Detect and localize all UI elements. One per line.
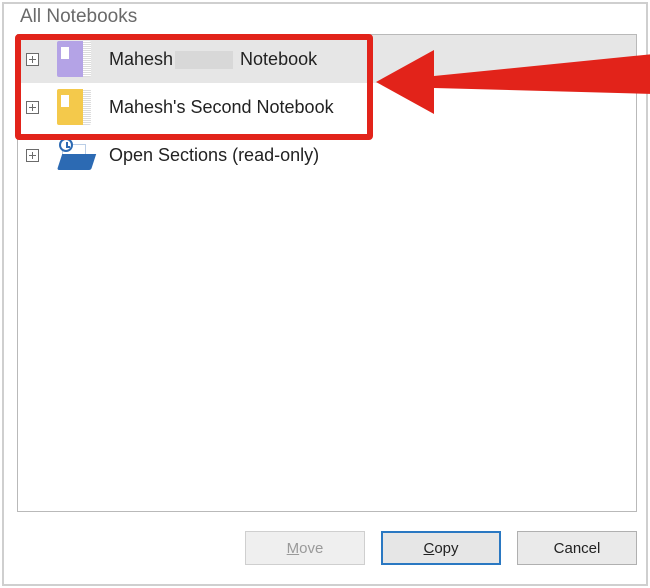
cancel-button[interactable]: Cancel bbox=[517, 531, 637, 565]
notebook-icon bbox=[57, 41, 91, 77]
notebook-icon bbox=[57, 89, 91, 125]
notebook-label: Mahesh Notebook bbox=[109, 49, 317, 70]
expand-icon[interactable] bbox=[26, 53, 39, 66]
open-sections-row[interactable]: Open Sections (read-only) bbox=[18, 131, 636, 179]
redacted-text bbox=[175, 51, 233, 69]
notebook-label: Mahesh's Second Notebook bbox=[109, 97, 334, 118]
move-button: Move bbox=[245, 531, 365, 565]
expand-icon[interactable] bbox=[26, 149, 39, 162]
notebook-row-2[interactable]: Mahesh's Second Notebook bbox=[18, 83, 636, 131]
tree-header: All Notebooks bbox=[20, 6, 137, 28]
notebooks-tree[interactable]: Mahesh Notebook Mahesh's Second Notebook… bbox=[17, 34, 637, 512]
dialog-buttons: Move Copy Cancel bbox=[17, 524, 637, 572]
notebook-row-1[interactable]: Mahesh Notebook bbox=[18, 35, 636, 83]
expand-icon[interactable] bbox=[26, 101, 39, 114]
open-sections-icon bbox=[57, 140, 91, 170]
copy-button[interactable]: Copy bbox=[381, 531, 501, 565]
screenshot-frame: All Notebooks Mahesh Notebook Mahesh's S… bbox=[2, 2, 648, 586]
move-copy-dialog: All Notebooks Mahesh Notebook Mahesh's S… bbox=[8, 4, 646, 584]
open-sections-label: Open Sections (read-only) bbox=[109, 145, 319, 166]
